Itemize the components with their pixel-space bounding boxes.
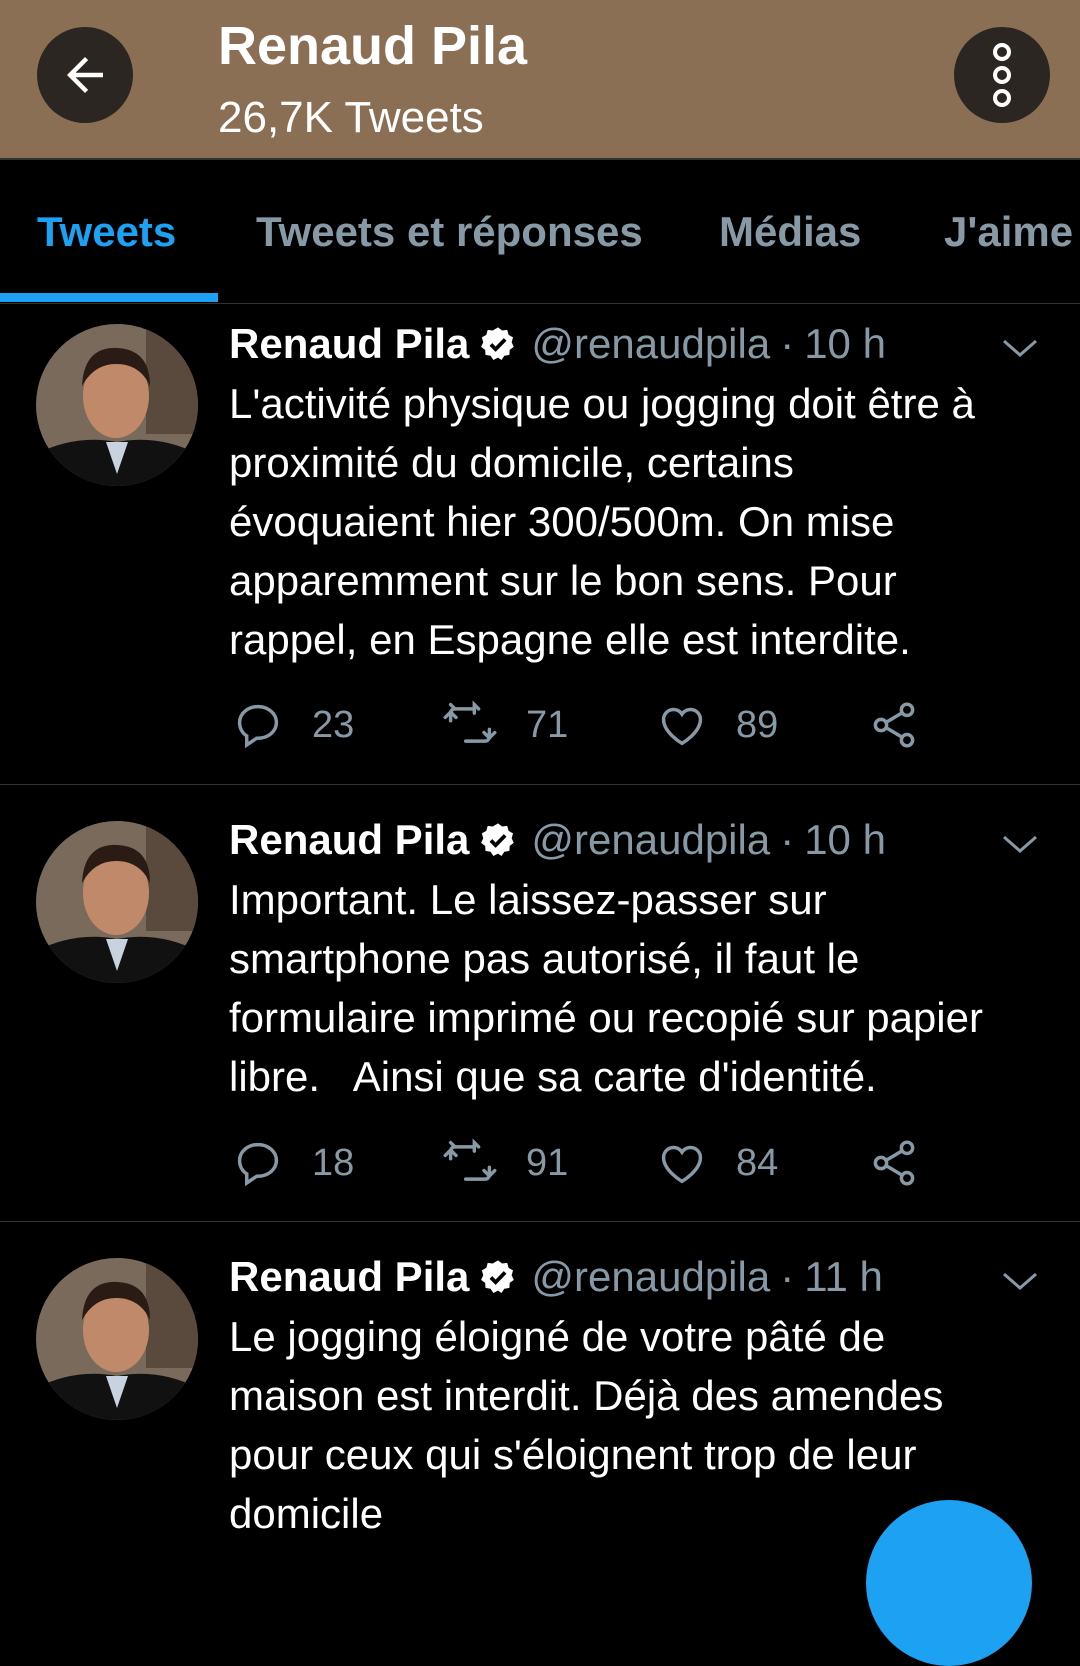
- tab-tweets[interactable]: Tweets: [37, 204, 176, 260]
- avatar[interactable]: [36, 1258, 198, 1420]
- retweet-count: 71: [526, 703, 569, 746]
- like-count: 89: [736, 703, 779, 746]
- share-icon: [873, 1140, 915, 1186]
- chevron-down-icon[interactable]: [1000, 333, 1040, 363]
- tweet-header: Renaud Pila @renaudpila · 10 h: [229, 812, 886, 868]
- tab-likes[interactable]: J'aime: [944, 204, 1073, 260]
- author-handle[interactable]: @renaudpila: [531, 812, 770, 868]
- reply-icon: [237, 1142, 279, 1187]
- heart-icon: [661, 707, 703, 746]
- profile-name: Renaud Pila: [218, 16, 528, 76]
- tweet-item[interactable]: Renaud Pila @renaudpila · 10 h L'activit…: [0, 303, 1080, 785]
- avatar-image: [36, 324, 198, 486]
- retweet-icon: [443, 1138, 497, 1181]
- separator: ·: [780, 320, 795, 367]
- heart-icon: [661, 1145, 703, 1184]
- chevron-down-icon[interactable]: [1000, 1266, 1040, 1296]
- like-button[interactable]: 89: [656, 699, 778, 751]
- verified-badge-icon: [479, 325, 517, 363]
- reply-button[interactable]: 23: [232, 699, 354, 751]
- share-icon: [873, 702, 915, 748]
- tweet-time[interactable]: 11 h: [804, 1249, 883, 1305]
- retweet-icon: [443, 700, 497, 743]
- avatar[interactable]: [36, 821, 198, 983]
- profile-header: Renaud Pila 26,7K Tweets: [0, 0, 1080, 160]
- separator: ·: [780, 1253, 795, 1300]
- like-count: 84: [736, 1141, 779, 1184]
- more-vertical-icon: [993, 43, 1011, 107]
- reply-count: 23: [312, 703, 355, 746]
- more-options-button[interactable]: [954, 27, 1050, 123]
- author-handle[interactable]: @renaudpila: [531, 316, 770, 372]
- compose-tweet-button[interactable]: [866, 1500, 1032, 1666]
- avatar[interactable]: [36, 324, 198, 486]
- reply-button[interactable]: 18: [232, 1137, 354, 1189]
- retweet-button[interactable]: 91: [442, 1137, 568, 1189]
- profile-tabs: Tweets Tweets et réponses Médias J'aime: [0, 160, 1080, 304]
- tweet-time[interactable]: 10 h: [804, 812, 886, 868]
- reply-icon: [237, 704, 279, 749]
- share-button[interactable]: [868, 699, 920, 751]
- tab-media[interactable]: Médias: [719, 204, 861, 260]
- tweet-header: Renaud Pila @renaudpila · 11 h: [229, 1249, 883, 1305]
- author-name[interactable]: Renaud Pila: [229, 812, 469, 868]
- back-button[interactable]: [37, 27, 133, 123]
- avatar-image: [36, 821, 198, 983]
- retweet-button[interactable]: 71: [442, 699, 568, 751]
- active-tab-indicator: [0, 293, 218, 302]
- reply-count: 18: [312, 1141, 355, 1184]
- tweet-text: L'activité physique ou jogging doit être…: [229, 380, 975, 663]
- verified-badge-icon: [479, 1258, 517, 1296]
- avatar-image: [36, 1258, 198, 1420]
- tweet-time[interactable]: 10 h: [804, 316, 886, 372]
- tweet-header: Renaud Pila @renaudpila · 10 h: [229, 316, 886, 372]
- tweet-text: Important. Le laissez-passer sur smartph…: [229, 876, 983, 1100]
- author-name[interactable]: Renaud Pila: [229, 316, 469, 372]
- retweet-count: 91: [526, 1141, 569, 1184]
- separator: ·: [780, 816, 795, 863]
- tweet-item[interactable]: Renaud Pila @renaudpila · 10 h Important…: [0, 785, 1080, 1222]
- author-name[interactable]: Renaud Pila: [229, 1249, 469, 1305]
- tweet-count: 26,7K Tweets: [218, 93, 484, 142]
- arrow-left-icon: [67, 57, 103, 93]
- share-button[interactable]: [868, 1137, 920, 1189]
- tab-tweets-and-replies[interactable]: Tweets et réponses: [256, 204, 643, 260]
- verified-badge-icon: [479, 821, 517, 859]
- author-handle[interactable]: @renaudpila: [531, 1249, 770, 1305]
- like-button[interactable]: 84: [656, 1137, 778, 1189]
- chevron-down-icon[interactable]: [1000, 829, 1040, 859]
